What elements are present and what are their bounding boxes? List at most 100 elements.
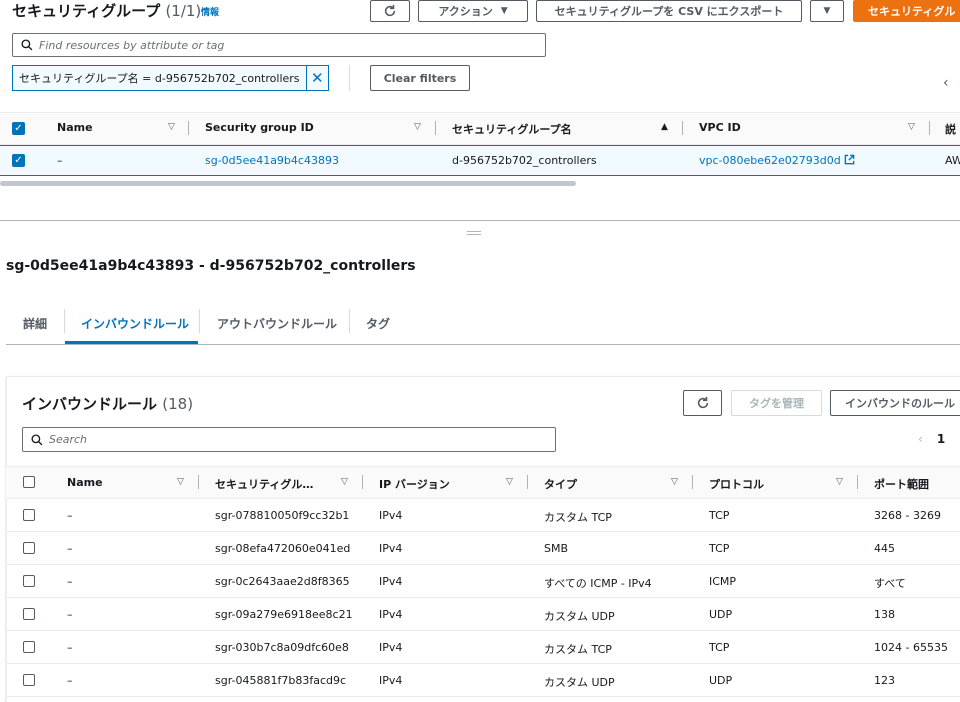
table-row[interactable] xyxy=(6,598,960,631)
column-separator[interactable] xyxy=(527,475,528,489)
edit-inbound-label: インバウンドのルール xyxy=(845,397,955,410)
chevron-left-icon[interactable]: ‹ xyxy=(918,432,923,446)
vpc-id-text: vpc-080ebe62e02793d0d xyxy=(699,154,841,167)
create-label: セキュリティグル xyxy=(868,5,956,18)
select-all-checkbox[interactable]: ✓ xyxy=(12,122,25,135)
column-separator[interactable] xyxy=(362,475,363,489)
column-header-ip-version[interactable]: IP バージョン xyxy=(379,476,450,492)
column-separator[interactable] xyxy=(435,121,436,135)
rule-id: sgr-08efa472060e041ed xyxy=(215,542,351,555)
sort-icon[interactable]: ▽ xyxy=(177,477,184,487)
rule-ip-version: IPv4 xyxy=(379,542,403,555)
rule-ip-version: IPv4 xyxy=(379,509,403,522)
sort-icon[interactable]: ▽ xyxy=(671,477,678,487)
column-header-description[interactable]: 説 xyxy=(945,121,956,137)
sort-icon[interactable]: ▽ xyxy=(908,122,915,132)
resize-handle-icon[interactable] xyxy=(467,231,481,235)
inbound-count: (18) xyxy=(162,395,194,413)
column-separator[interactable] xyxy=(682,121,683,135)
rule-name: – xyxy=(67,542,73,555)
inbound-rules-title: インバウンドルール (18) xyxy=(22,393,193,414)
manage-tags-button[interactable]: タグを管理 xyxy=(731,390,822,416)
filter-token: セキュリティグループ名 = d-956752b702_controllers ✕ xyxy=(12,65,329,91)
table-row[interactable] xyxy=(6,565,960,598)
column-header-sg-name[interactable]: セキュリティグループ名 xyxy=(452,121,572,137)
rule-name: – xyxy=(67,674,73,687)
column-header-sg-id[interactable]: Security group ID xyxy=(205,121,314,134)
rule-ip-version: IPv4 xyxy=(379,641,403,654)
refresh-button[interactable] xyxy=(370,0,410,22)
rule-type: カスタム TCP xyxy=(544,511,612,524)
filter-token-label: セキュリティグループ名 = d-956752b702_controllers xyxy=(13,66,307,90)
horizontal-scrollbar[interactable] xyxy=(0,181,576,186)
column-header-protocol[interactable]: プロトコル xyxy=(709,476,764,492)
rule-type: カスタム UDP xyxy=(544,610,615,623)
rules-search-input[interactable]: Search xyxy=(22,427,556,452)
sort-icon[interactable]: ▽ xyxy=(168,122,175,132)
rule-port-range: すべて xyxy=(874,577,906,590)
column-header-name[interactable]: Name xyxy=(67,476,103,489)
tab-outbound-rules[interactable]: アウトバウンドルール xyxy=(217,315,337,332)
rule-protocol: TCP xyxy=(709,509,730,522)
tab-tags[interactable]: タグ xyxy=(366,315,390,332)
search-icon xyxy=(21,39,33,51)
column-header-port-range[interactable]: ポート範囲 xyxy=(874,476,929,492)
vpc-id-link[interactable]: vpc-080ebe62e02793d0d xyxy=(699,154,855,167)
actions-button[interactable]: アクション ▼ xyxy=(418,0,528,22)
column-header-rule-id[interactable]: セキュリティグル… xyxy=(215,476,313,492)
column-separator[interactable] xyxy=(929,121,930,135)
details-title: sg-0d5ee41a9b4c43893 - d-956752b702_cont… xyxy=(6,258,416,274)
row-checkbox[interactable] xyxy=(23,542,35,554)
sg-id-link[interactable]: sg-0d5ee41a9b4c43893 xyxy=(205,154,339,167)
rule-type: SMB xyxy=(544,542,569,555)
refresh-rules-button[interactable] xyxy=(683,390,722,416)
chevron-left-icon[interactable]: ‹ xyxy=(943,75,949,91)
table-row[interactable] xyxy=(6,664,960,697)
table-row[interactable] xyxy=(6,532,960,565)
row-checkbox[interactable]: ✓ xyxy=(12,154,25,167)
table-row[interactable] xyxy=(6,631,960,664)
rule-ip-version: IPv4 xyxy=(379,575,403,588)
tab-inbound-rules[interactable]: インバウンドルール xyxy=(81,315,189,332)
column-header-vpc-id[interactable]: VPC ID xyxy=(699,121,741,134)
row-checkbox[interactable] xyxy=(23,509,35,521)
column-separator[interactable] xyxy=(198,475,199,489)
column-separator[interactable] xyxy=(857,475,858,489)
select-all-rules-checkbox[interactable] xyxy=(23,476,35,488)
sort-icon[interactable]: ▽ xyxy=(414,122,421,132)
column-separator[interactable] xyxy=(188,121,189,135)
edit-inbound-rules-button[interactable]: インバウンドのルール xyxy=(830,390,960,416)
rule-type: すべての ICMP - IPv4 xyxy=(544,577,652,590)
rule-ip-version: IPv4 xyxy=(379,674,403,687)
clear-filters-button[interactable]: Clear filters xyxy=(370,65,470,91)
export-dropdown-button[interactable]: ▼ xyxy=(810,0,844,22)
resource-search-input[interactable]: Find resources by attribute or tag xyxy=(12,33,546,57)
row-description: AW xyxy=(945,154,960,167)
row-checkbox[interactable] xyxy=(23,608,35,620)
rule-id: sgr-078810050f9cc32b1 xyxy=(215,509,350,522)
sort-ascending-icon[interactable]: ▲ xyxy=(661,122,668,132)
caret-down-icon: ▼ xyxy=(823,6,831,16)
rule-ip-version: IPv4 xyxy=(379,608,403,621)
tab-details[interactable]: 詳細 xyxy=(23,315,47,332)
close-icon[interactable]: ✕ xyxy=(307,66,328,90)
row-checkbox[interactable] xyxy=(23,575,35,587)
column-separator[interactable] xyxy=(692,475,693,489)
rule-id: sgr-030b7c8a09dfc60e8 xyxy=(215,641,349,654)
column-header-type[interactable]: タイプ xyxy=(544,476,577,492)
info-link[interactable]: 情報 xyxy=(201,5,219,18)
column-header-name[interactable]: Name xyxy=(57,121,93,134)
sort-icon[interactable]: ▽ xyxy=(341,477,348,487)
page-number[interactable]: 1 xyxy=(937,432,945,446)
rule-port-range: 138 xyxy=(874,608,895,621)
row-checkbox[interactable] xyxy=(23,641,35,653)
table-row[interactable] xyxy=(6,499,960,532)
export-csv-button[interactable]: セキュリティグループを CSV にエクスポート xyxy=(536,0,802,22)
sort-icon[interactable]: ▽ xyxy=(836,477,843,487)
filter-divider xyxy=(349,65,350,91)
tab-separator xyxy=(349,309,350,333)
row-checkbox[interactable] xyxy=(23,674,35,686)
create-security-group-button[interactable]: セキュリティグル xyxy=(853,0,960,22)
rules-table-header xyxy=(6,466,960,499)
sort-icon[interactable]: ▽ xyxy=(506,477,513,487)
